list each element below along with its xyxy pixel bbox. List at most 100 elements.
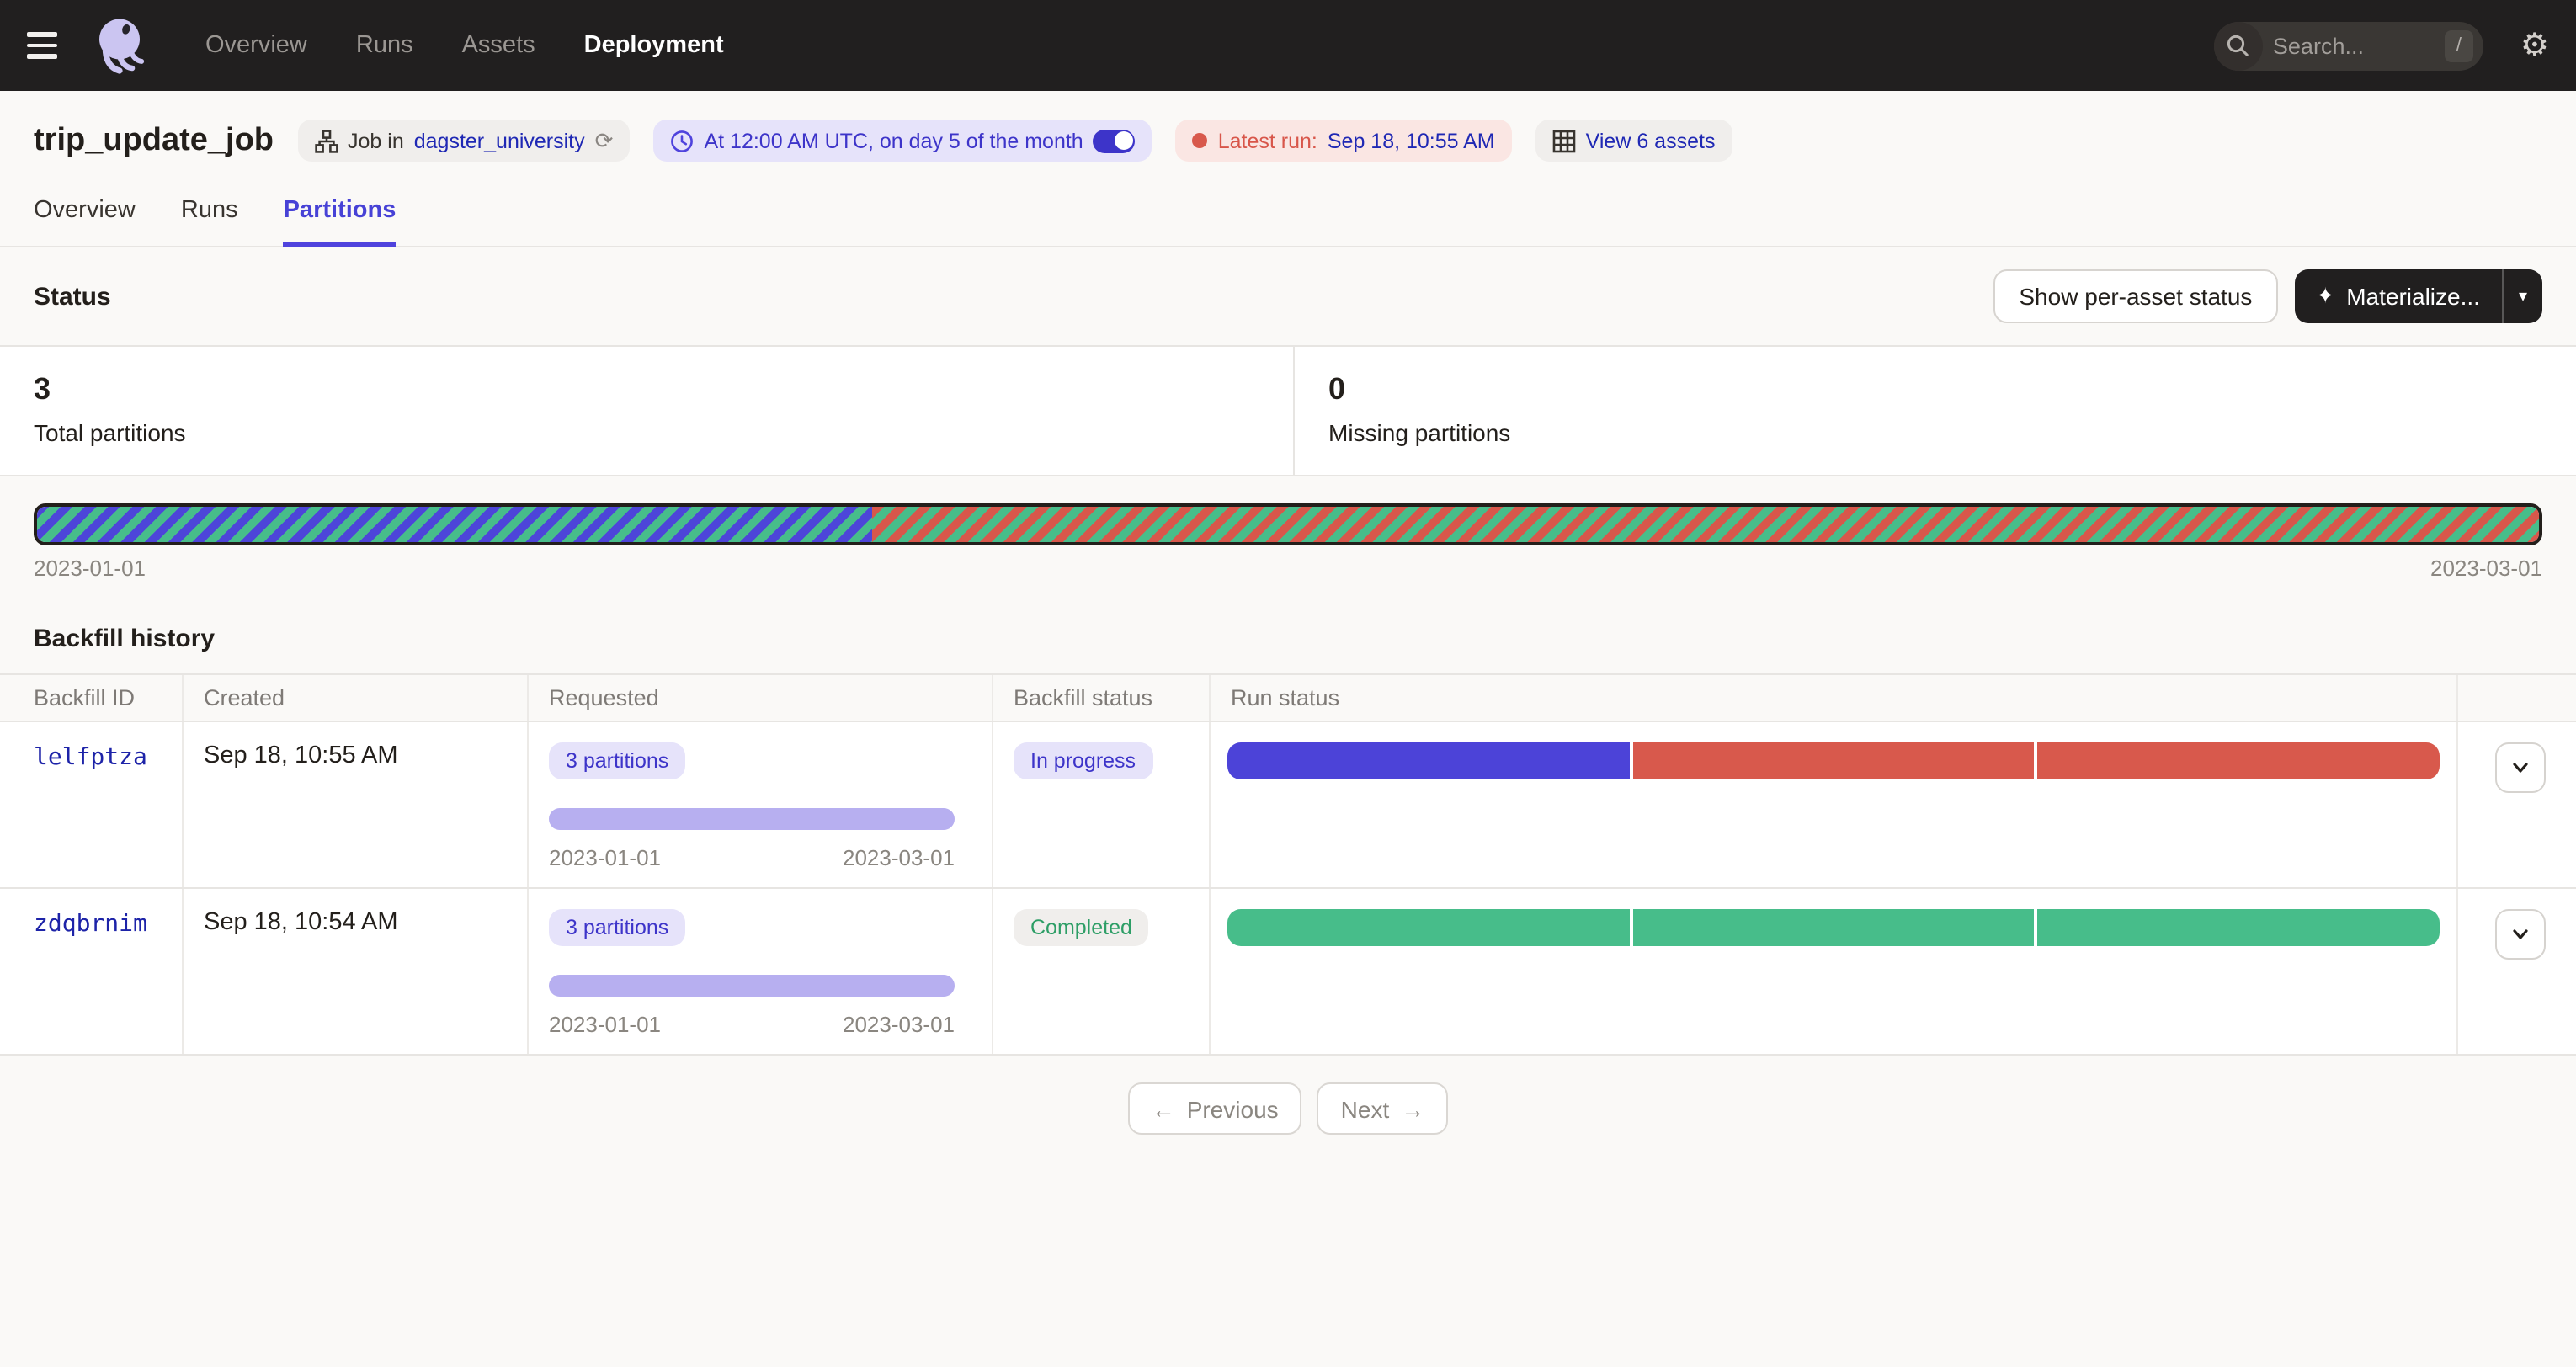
expand-row-button[interactable] (2495, 909, 2546, 960)
expand-row-button[interactable] (2495, 742, 2546, 793)
search-placeholder: Search... (2273, 33, 2445, 58)
tab-runs[interactable]: Runs (181, 197, 238, 246)
next-page-button[interactable]: Next → (1317, 1082, 1449, 1135)
requested-end-date: 2023-03-01 (843, 1012, 955, 1037)
run-segment-green[interactable] (1632, 909, 2034, 946)
requested-start-date: 2023-01-01 (549, 1012, 661, 1037)
search-shortcut-key: / (2445, 29, 2473, 61)
table-row: zdqbrnim Sep 18, 10:54 AM 3 partitions 2… (0, 889, 2576, 1056)
job-header: trip_update_job Job in dagster_universit… (0, 91, 2576, 162)
top-nav: Overview Runs Assets Deployment Search..… (0, 0, 2576, 91)
run-segment-red[interactable] (1632, 742, 2034, 779)
tab-partitions[interactable]: Partitions (284, 197, 397, 247)
col-run-status: Run status (1209, 675, 2456, 721)
run-segment-blue[interactable] (1227, 742, 1629, 779)
partitions-count-badge: 3 partitions (549, 742, 685, 779)
latest-run-badge: Latest run: Sep 18, 10:55 AM (1176, 120, 1512, 162)
materialize-button[interactable]: ✦ Materialize... (2294, 269, 2502, 323)
requested-cell: 3 partitions 2023-01-01 2023-03-01 (527, 722, 992, 887)
search-input[interactable]: Search... / (2214, 21, 2483, 70)
search-icon (2214, 21, 2263, 70)
partition-range-end: 2023-03-01 (2430, 556, 2542, 581)
chevron-down-icon (2509, 756, 2532, 779)
requested-start-date: 2023-01-01 (549, 845, 661, 870)
job-in-label: Job in (348, 129, 404, 152)
repo-link[interactable]: dagster_university (414, 129, 585, 152)
partition-range-start: 2023-01-01 (34, 556, 146, 581)
requested-end-date: 2023-03-01 (843, 845, 955, 870)
schedule-label: At 12:00 AM UTC, on day 5 of the month (704, 129, 1083, 152)
run-status-cell (1209, 722, 2456, 887)
col-actions (2456, 675, 2576, 721)
view-assets-badge: View 6 assets (1535, 120, 1732, 162)
backfill-id-link[interactable]: lelfptza (34, 744, 147, 771)
partitions-count-badge: 3 partitions (549, 909, 685, 946)
partition-segment-inprogress-success[interactable] (37, 507, 873, 542)
job-graph-icon (314, 129, 338, 152)
main-nav: Overview Runs Assets Deployment (205, 32, 724, 59)
job-tabs: Overview Runs Partitions (0, 197, 2576, 247)
actions-cell (2456, 722, 2576, 887)
reload-icon[interactable]: ⟳ (595, 127, 614, 154)
schedule-badge: At 12:00 AM UTC, on day 5 of the month (653, 120, 1152, 162)
missing-partitions-label: Missing partitions (1328, 419, 2542, 446)
tab-overview[interactable]: Overview (34, 197, 136, 246)
status-heading: Status (34, 282, 111, 311)
backfill-status-badge: In progress (1014, 742, 1152, 779)
previous-page-button[interactable]: ← Previous (1128, 1082, 1302, 1135)
nav-item-overview[interactable]: Overview (205, 32, 307, 59)
materialize-dropdown-button[interactable]: ▾ (2502, 269, 2542, 323)
col-requested: Requested (527, 675, 992, 721)
show-per-asset-status-button[interactable]: Show per-asset status (1993, 269, 2277, 323)
run-failure-dot-icon (1193, 133, 1208, 148)
backfill-status-badge: Completed (1014, 909, 1149, 946)
partition-stats: 3 Total partitions 0 Missing partitions (0, 345, 2576, 476)
pagination: ← Previous Next → (0, 1082, 2576, 1135)
run-status-cell (1209, 889, 2456, 1054)
backfill-table: Backfill ID Created Requested Backfill s… (0, 673, 2576, 1056)
partition-overview: 2023-01-01 2023-03-01 (0, 476, 2576, 581)
run-segment-green[interactable] (1227, 909, 1629, 946)
missing-partitions-value: 0 (1328, 372, 2542, 407)
col-backfill-id: Backfill ID (0, 675, 182, 721)
dagster-logo-icon[interactable] (94, 15, 155, 76)
backfill-history-heading: Backfill history (34, 625, 2542, 653)
nav-item-runs[interactable]: Runs (356, 32, 413, 59)
latest-run-label: Latest run: (1218, 129, 1317, 152)
stat-total-partitions: 3 Total partitions (0, 347, 1293, 475)
menu-icon[interactable] (27, 27, 71, 64)
partition-segment-failed-success[interactable] (873, 507, 2539, 542)
run-status-bar[interactable] (1227, 909, 2440, 946)
run-status-bar[interactable] (1227, 742, 2440, 779)
schedule-toggle[interactable] (1094, 129, 1136, 152)
latest-run-time-link[interactable]: Sep 18, 10:55 AM (1328, 129, 1495, 152)
total-partitions-value: 3 (34, 372, 1259, 407)
run-segment-green[interactable] (2038, 909, 2440, 946)
clock-icon (670, 129, 694, 152)
sparkle-icon: ✦ (2316, 283, 2334, 310)
arrow-right-icon: → (1401, 1095, 1424, 1122)
backfill-id-link[interactable]: zdqbrnim (34, 911, 147, 938)
partition-status-bar[interactable] (34, 503, 2542, 545)
actions-cell (2456, 889, 2576, 1054)
stat-missing-partitions: 0 Missing partitions (1293, 347, 2576, 475)
dagster-app: Overview Runs Assets Deployment Search..… (0, 0, 2576, 1367)
created-cell: Sep 18, 10:54 AM (182, 889, 527, 1054)
view-assets-link[interactable]: View 6 assets (1586, 129, 1716, 152)
nav-item-deployment[interactable]: Deployment (584, 32, 724, 59)
job-location-badge: Job in dagster_university ⟳ (297, 120, 630, 162)
col-created: Created (182, 675, 527, 721)
status-section-header: Status Show per-asset status ✦ Materiali… (0, 247, 2576, 345)
col-backfill-status: Backfill status (992, 675, 1209, 721)
arrow-left-icon: ← (1152, 1095, 1175, 1122)
nav-item-assets[interactable]: Assets (462, 32, 535, 59)
total-partitions-label: Total partitions (34, 419, 1259, 446)
table-row: lelfptza Sep 18, 10:55 AM 3 partitions 2… (0, 722, 2576, 889)
assets-grid-icon (1552, 129, 1576, 152)
materialize-split-button: ✦ Materialize... ▾ (2294, 269, 2542, 323)
requested-cell: 3 partitions 2023-01-01 2023-03-01 (527, 889, 992, 1054)
requested-range-bar (549, 808, 955, 830)
run-segment-red[interactable] (2038, 742, 2440, 779)
settings-gear-icon[interactable]: ⚙ (2520, 29, 2549, 61)
requested-range-bar (549, 975, 955, 997)
